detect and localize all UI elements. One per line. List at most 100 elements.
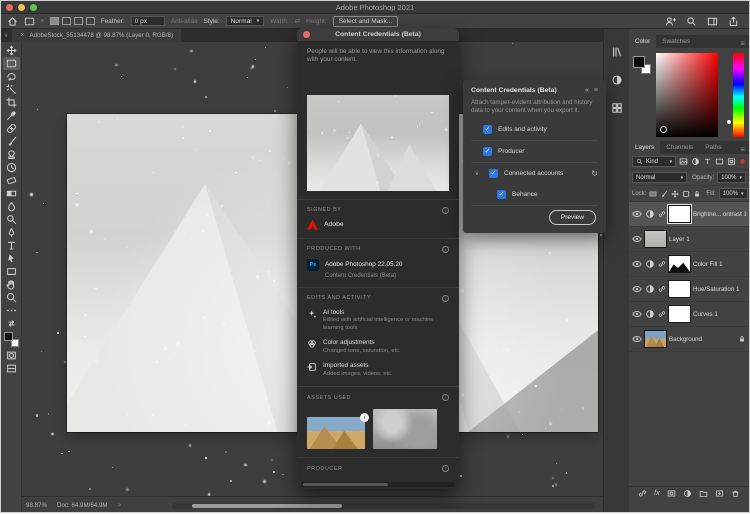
info-icon[interactable]: i xyxy=(442,246,449,253)
tool-lasso-tool[interactable] xyxy=(3,70,20,83)
workspace-switcher-icon[interactable] xyxy=(707,16,718,27)
home-icon[interactable] xyxy=(7,16,18,27)
layer-row[interactable]: Curves 1 xyxy=(629,302,749,327)
add-to-selection-icon[interactable] xyxy=(62,17,71,25)
lock-pixels-icon[interactable] xyxy=(660,190,668,198)
hue-slider[interactable] xyxy=(733,53,744,137)
zoom-level[interactable]: 98.87% xyxy=(26,502,47,509)
layer-thumbnail[interactable] xyxy=(669,256,690,272)
tool-clone-stamp-tool[interactable] xyxy=(3,148,20,161)
asset-info-badge-icon[interactable]: i xyxy=(360,413,369,422)
visibility-eye-icon[interactable] xyxy=(632,284,642,294)
layer-name[interactable]: Background xyxy=(669,336,735,343)
layer-thumbnail[interactable] xyxy=(645,331,666,347)
opacity-select[interactable]: 100%▾ xyxy=(717,172,746,183)
foreground-background-swatches[interactable] xyxy=(633,56,651,74)
info-icon[interactable]: i xyxy=(442,465,449,472)
tool-zoom-tool[interactable] xyxy=(3,291,20,304)
tool-spot-healing-brush-tool[interactable] xyxy=(3,122,20,135)
tool-screen-mode[interactable] xyxy=(3,362,20,375)
panel-scrollbar[interactable] xyxy=(301,482,455,487)
tool-hand-tool[interactable] xyxy=(3,278,20,291)
visibility-eye-icon[interactable] xyxy=(632,234,642,244)
info-icon[interactable]: i xyxy=(442,295,449,302)
tool-edit-toolbar[interactable] xyxy=(3,304,20,317)
layer-thumbnail[interactable] xyxy=(669,206,690,222)
option-producer[interactable]: ✓Producer xyxy=(471,141,598,162)
new-adjustment-icon[interactable] xyxy=(683,489,692,498)
collapse-panel-icon[interactable]: « xyxy=(585,87,589,94)
lock-artboard-icon[interactable] xyxy=(682,190,690,198)
link-layers-icon[interactable] xyxy=(638,489,647,498)
option-edits-and-activity[interactable]: ✓Edits and activity xyxy=(471,119,598,140)
layer-name[interactable]: Hue/Saturation 1 xyxy=(693,286,746,293)
tool-dodge-tool[interactable] xyxy=(3,213,20,226)
style-select[interactable]: Normal▾ xyxy=(226,16,264,26)
info-icon[interactable]: i xyxy=(442,394,449,401)
search-icon[interactable] xyxy=(686,16,697,27)
layer-filter-select[interactable]: Kind▾ xyxy=(632,156,676,167)
horizontal-scrollbar-thumb[interactable] xyxy=(192,504,342,508)
tool-quick-mask-mode[interactable] xyxy=(3,349,20,362)
tool-eyedropper-tool[interactable] xyxy=(3,109,20,122)
tool-quick-selection-tool[interactable] xyxy=(3,83,20,96)
filter-toggle-icon[interactable] xyxy=(740,159,745,164)
smart-objects-icon[interactable] xyxy=(727,157,736,166)
tool-blur-tool[interactable] xyxy=(3,200,20,213)
panel-libraries-button[interactable] xyxy=(608,44,626,59)
content-credentials-header[interactable]: Content Credentials (Beta) xyxy=(297,28,459,42)
lock-all-icon[interactable] xyxy=(693,190,701,198)
refresh-icon[interactable]: ↻ xyxy=(591,169,598,178)
type-layers-icon[interactable] xyxy=(703,157,712,166)
close-tab-icon[interactable]: × xyxy=(20,32,24,39)
tool-crop-tool[interactable] xyxy=(3,96,20,109)
tool-rectangle-tool[interactable] xyxy=(3,265,20,278)
document-tab[interactable]: × AdobeStock_55134478 @ 98.87% (Layer 0,… xyxy=(12,29,181,42)
layer-name[interactable]: Brightne... ontrast 1 xyxy=(693,211,746,218)
add-mask-icon[interactable] xyxy=(667,489,676,498)
layer-row[interactable]: Brightne... ontrast 1 xyxy=(629,202,749,227)
tool-swap-colors[interactable] xyxy=(3,317,20,330)
layer-name[interactable]: Curves 1 xyxy=(693,311,746,318)
subtract-from-selection-icon[interactable] xyxy=(74,17,83,25)
panel-scrollbar-thumb[interactable] xyxy=(303,483,388,486)
visibility-eye-icon[interactable] xyxy=(632,259,642,269)
blend-mode-select[interactable]: Normal▾ xyxy=(632,172,687,183)
tool-path-selection-tool[interactable] xyxy=(3,252,20,265)
option-connected-accounts[interactable]: ∨✓Connected accounts↻ xyxy=(471,163,598,184)
lock-position-icon[interactable] xyxy=(671,190,679,198)
panel-menu-icon[interactable]: ≡ xyxy=(594,87,598,94)
option-behance[interactable]: ✓Behance xyxy=(471,184,598,205)
active-tool-icon[interactable] xyxy=(24,16,35,27)
color-field[interactable] xyxy=(656,53,718,137)
tool-pen-tool[interactable] xyxy=(3,226,20,239)
layer-thumbnail[interactable] xyxy=(669,281,690,297)
layer-effects-icon[interactable]: fx xyxy=(654,490,659,497)
select-and-mask-button[interactable]: Select and Mask... xyxy=(333,16,398,27)
preview-button[interactable]: Preview xyxy=(549,210,596,225)
feather-input[interactable]: 0 px xyxy=(131,16,165,26)
new-layer-icon[interactable] xyxy=(715,489,724,498)
layer-thumbnail[interactable] xyxy=(645,231,666,247)
tab-layers[interactable]: Layers xyxy=(629,141,660,154)
chevron-down-icon[interactable]: ∨ xyxy=(471,170,483,177)
panel-adjustments-button[interactable] xyxy=(608,72,626,87)
close-panel-button[interactable] xyxy=(303,31,310,38)
tab-color[interactable]: Color xyxy=(629,35,656,48)
layer-row[interactable]: Hue/Saturation 1 xyxy=(629,277,749,302)
lock-transparency-icon[interactable] xyxy=(649,190,657,198)
horizontal-scrollbar[interactable] xyxy=(172,503,595,509)
layer-thumbnail[interactable] xyxy=(669,306,690,322)
tool-brush-tool[interactable] xyxy=(3,135,20,148)
shape-layers-icon[interactable] xyxy=(715,157,724,166)
share-user-icon[interactable] xyxy=(665,16,676,27)
asset-thumbnail-pyramids[interactable]: i xyxy=(307,417,365,449)
checkbox-checked[interactable]: ✓ xyxy=(483,147,492,156)
tool-eraser-tool[interactable] xyxy=(3,174,20,187)
checkbox-checked[interactable]: ✓ xyxy=(497,190,506,199)
layer-name[interactable]: Color Fill 1 xyxy=(693,261,746,268)
asset-thumbnail-clouds[interactable] xyxy=(373,409,437,449)
tab-list-chevron-icon[interactable]: ∨ xyxy=(4,32,8,39)
checkbox-checked[interactable]: ✓ xyxy=(483,125,492,134)
visibility-eye-icon[interactable] xyxy=(632,309,642,319)
